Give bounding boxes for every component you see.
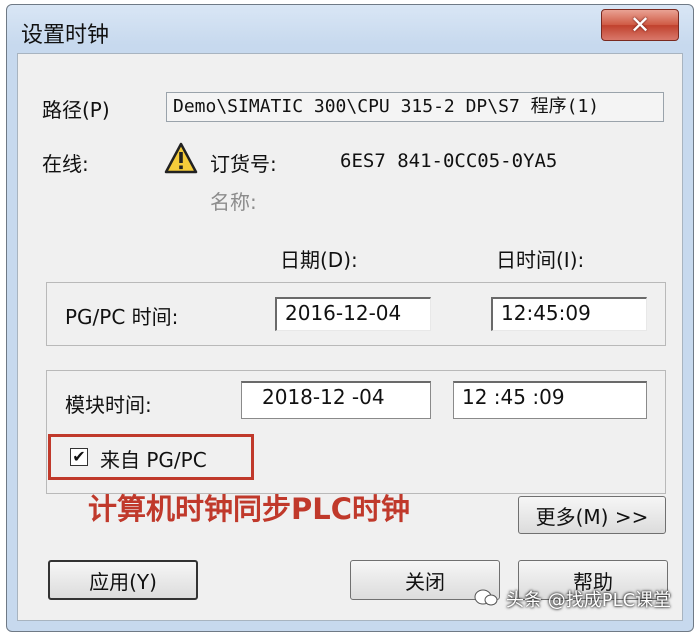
order-number-label: 订货号:	[210, 152, 277, 176]
watermark-text: 头条 @找成PLC课堂	[506, 590, 672, 611]
order-number-value: 6ES7 841-0CC05-0YA5	[340, 150, 558, 172]
module-time-label: 模块时间:	[65, 393, 152, 417]
pgpc-time-group: PG/PC 时间: 2016-12-04 12:45:09	[46, 282, 666, 346]
dialog-body: 路径(P) Demo\SIMATIC 300\CPU 315-2 DP\S7 程…	[17, 53, 683, 621]
apply-button[interactable]: 应用(Y)	[48, 560, 198, 600]
pgpc-date-field: 2016-12-04	[275, 297, 431, 331]
set-clock-dialog: 设置时钟 ✕ 路径(P) Demo\SIMATIC 300\CPU 315-2 …	[6, 4, 694, 632]
name-label: 名称:	[210, 190, 257, 214]
annotation-text: 计算机时钟同步PLC时钟	[88, 492, 411, 526]
close-window-button[interactable]: ✕	[601, 9, 679, 41]
module-time-field[interactable]: 12 :45 :09	[453, 381, 647, 419]
watermark-logo-icon	[474, 589, 498, 606]
date-column-header: 日期(D):	[280, 248, 358, 272]
title-bar[interactable]: 设置时钟 ✕	[7, 5, 693, 53]
online-label: 在线:	[42, 152, 89, 176]
module-date-field[interactable]: 2018-12 -04	[241, 381, 431, 419]
time-column-header: 日时间(I):	[496, 248, 585, 272]
path-field: Demo\SIMATIC 300\CPU 315-2 DP\S7 程序(1)	[166, 92, 664, 122]
path-label: 路径(P)	[42, 98, 110, 122]
dialog-title: 设置时钟	[21, 23, 110, 48]
from-pgpc-label[interactable]: 来自 PG/PC	[100, 444, 207, 473]
warning-icon	[164, 142, 198, 174]
close-icon: ✕	[629, 11, 651, 39]
more-button[interactable]: 更多(M) >>	[518, 496, 666, 534]
from-pgpc-checkbox[interactable]: ✔	[70, 448, 88, 466]
pgpc-time-label: PG/PC 时间:	[65, 305, 179, 329]
pgpc-time-field: 12:45:09	[491, 297, 647, 331]
